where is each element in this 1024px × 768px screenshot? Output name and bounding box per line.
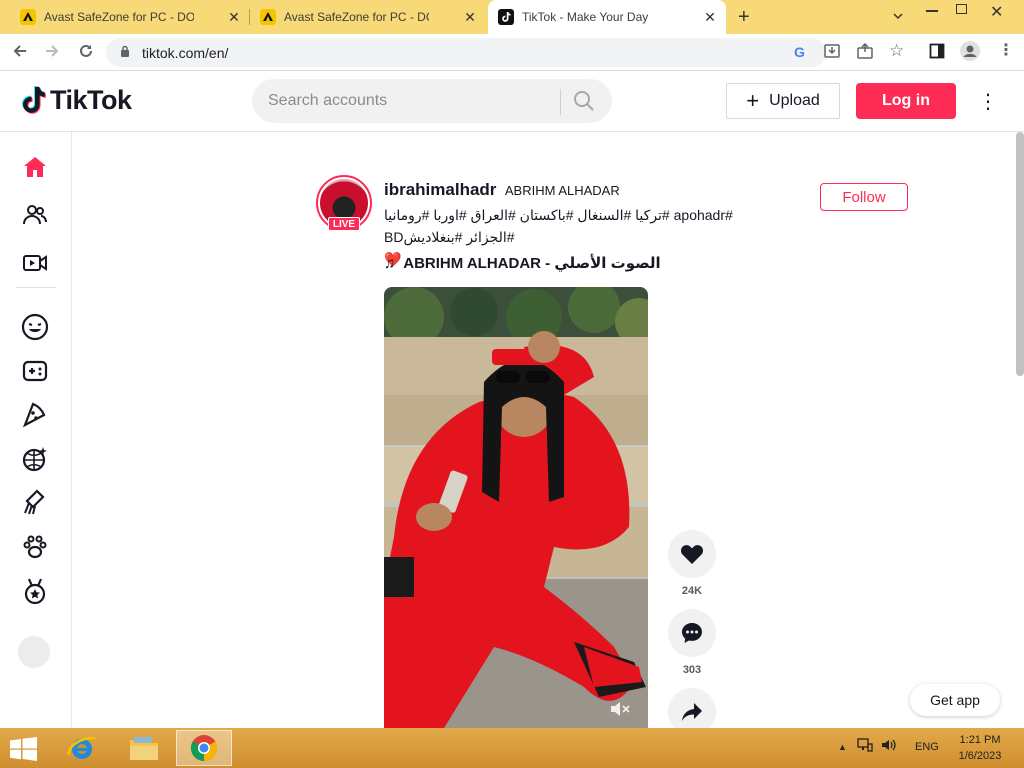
author-username[interactable]: ibrahimalhadr xyxy=(384,180,496,199)
sidebar-gaming-icon[interactable] xyxy=(20,356,50,386)
music-title: الصوت الأصلي - ABRIHM ALHADAR xyxy=(403,255,661,272)
address-bar[interactable]: tiktok.com/en/ G xyxy=(106,38,826,67)
get-app-button[interactable]: Get app xyxy=(910,684,1000,716)
author-avatar[interactable]: LIVE xyxy=(316,175,372,231)
follow-button[interactable]: Follow xyxy=(820,183,908,211)
search-divider xyxy=(560,89,561,115)
lock-icon[interactable] xyxy=(120,45,130,60)
browser-tab[interactable]: Avast SafeZone for PC - DOWNL ✕ xyxy=(250,0,486,34)
clock-time: 1:21 PM xyxy=(959,734,1001,746)
input-language[interactable]: ENG xyxy=(915,741,939,753)
chrome-taskbar-icon[interactable] xyxy=(176,730,232,766)
search-bar xyxy=(252,79,612,123)
minimize-button[interactable] xyxy=(926,10,938,12)
network-icon[interactable] xyxy=(857,738,873,755)
sidebar-sports-icon[interactable] xyxy=(20,576,50,606)
sidebar-divider xyxy=(16,287,56,288)
url-text[interactable]: tiktok.com/en/ xyxy=(142,45,228,61)
file-explorer-taskbar-icon[interactable] xyxy=(116,730,172,766)
avast-favicon-icon xyxy=(20,9,36,25)
close-tab-icon[interactable]: ✕ xyxy=(226,9,242,25)
live-badge: LIVE xyxy=(328,217,360,231)
like-count: 24K xyxy=(681,585,703,597)
site-header: TikTok + Upload Log in ⋮ xyxy=(0,71,1024,132)
volume-icon[interactable] xyxy=(881,738,897,755)
tab-title: Avast SafeZone for PC - DOWNL xyxy=(44,10,194,24)
sidebar-placeholder-avatar xyxy=(18,636,50,668)
sidebar-following-icon[interactable] xyxy=(20,200,50,230)
browser-tab[interactable]: Avast SafeZone for PC - DOWNL ✕ xyxy=(0,0,250,34)
taskbar: ▲ ENG 1:21 PM 1/6/2023 xyxy=(0,728,1024,768)
author-nickname: ABRIHM ALHADAR xyxy=(504,183,620,198)
video-frame xyxy=(384,287,648,728)
tiktok-logo-icon xyxy=(22,85,46,114)
restore-button[interactable] xyxy=(956,4,967,14)
show-hidden-icons-icon[interactable]: ▲ xyxy=(838,742,847,752)
music-link[interactable]: ♫ الصوت الأصلي - ABRIHM ALHADAR xyxy=(384,254,661,273)
logo-text: TikTok xyxy=(50,85,132,115)
sidebar-comedy-icon[interactable] xyxy=(20,312,50,342)
author-info[interactable]: ibrahimalhadr ABRIHM ALHADAR xyxy=(384,180,620,200)
music-note-icon: ♫ xyxy=(384,254,396,272)
bookmark-star-icon[interactable]: ☆ xyxy=(889,41,904,61)
login-button[interactable]: Log in xyxy=(856,83,956,119)
reload-button[interactable] xyxy=(76,42,96,62)
profile-avatar-icon[interactable] xyxy=(960,41,980,65)
google-lens-icon[interactable]: G xyxy=(794,44,805,60)
comment-button[interactable] xyxy=(668,609,716,657)
back-button[interactable] xyxy=(10,42,30,62)
close-tab-icon[interactable]: ✕ xyxy=(702,9,718,25)
page-scrollbar[interactable] xyxy=(1016,132,1024,376)
search-input[interactable] xyxy=(268,79,558,123)
forward-button[interactable] xyxy=(42,42,62,62)
sidebar-home-icon[interactable] xyxy=(20,152,50,182)
sidebar-dance-icon[interactable] xyxy=(20,444,50,474)
windows-logo-icon xyxy=(10,737,37,761)
share-arrow-icon xyxy=(682,703,702,721)
browser-tab-active[interactable]: TikTok - Make Your Day ✕ xyxy=(488,0,726,34)
heart-icon xyxy=(680,545,704,564)
share-icon[interactable] xyxy=(857,42,873,63)
caption-line[interactable]: #apohadr #تركيا #السنغال #باكستان #العرا… xyxy=(384,204,736,226)
sidebar-food-icon[interactable] xyxy=(20,400,50,430)
video-player[interactable] xyxy=(384,287,648,728)
system-tray: ▲ xyxy=(838,738,897,755)
mute-icon[interactable] xyxy=(610,701,630,722)
sidebar-live-icon[interactable] xyxy=(20,248,50,278)
upload-label: Upload xyxy=(769,92,820,109)
avast-favicon-icon xyxy=(260,9,276,25)
close-tab-icon[interactable]: ✕ xyxy=(462,9,478,25)
tiktok-logo[interactable]: TikTok xyxy=(20,85,132,116)
browser-toolbar: tiktok.com/en/ G ☆ ⋮ xyxy=(0,34,1024,71)
tab-title: TikTok - Make Your Day xyxy=(522,10,649,24)
sidebar-animals-icon[interactable] xyxy=(20,532,50,562)
chrome-menu-icon[interactable]: ⋮ xyxy=(998,40,1014,60)
sidebar xyxy=(0,132,72,728)
comment-icon xyxy=(682,623,702,643)
search-button[interactable] xyxy=(572,89,598,115)
internet-explorer-taskbar-icon[interactable] xyxy=(54,730,110,766)
tab-search-chevron-icon[interactable] xyxy=(892,9,904,25)
side-panel-icon[interactable] xyxy=(929,43,945,63)
comment-count: 303 xyxy=(682,664,702,676)
tab-strip: Avast SafeZone for PC - DOWNL ✕ Avast Sa… xyxy=(0,0,1024,34)
more-options-icon[interactable]: ⋮ xyxy=(978,89,998,114)
sidebar-beauty-icon[interactable] xyxy=(20,488,50,518)
close-window-button[interactable]: ✕ xyxy=(990,2,1003,22)
tab-title: Avast SafeZone for PC - DOWNL xyxy=(284,10,429,24)
install-app-icon[interactable] xyxy=(824,43,840,63)
search-icon xyxy=(574,91,594,111)
plus-icon: + xyxy=(746,88,760,113)
upload-button[interactable]: + Upload xyxy=(726,83,840,119)
like-button[interactable] xyxy=(668,530,716,578)
system-clock[interactable]: 1:21 PM 1/6/2023 xyxy=(950,732,1010,764)
start-button[interactable] xyxy=(10,737,38,761)
clock-date: 1/6/2023 xyxy=(958,750,1002,762)
tiktok-favicon-icon xyxy=(498,9,514,25)
new-tab-button[interactable]: + xyxy=(738,7,750,27)
